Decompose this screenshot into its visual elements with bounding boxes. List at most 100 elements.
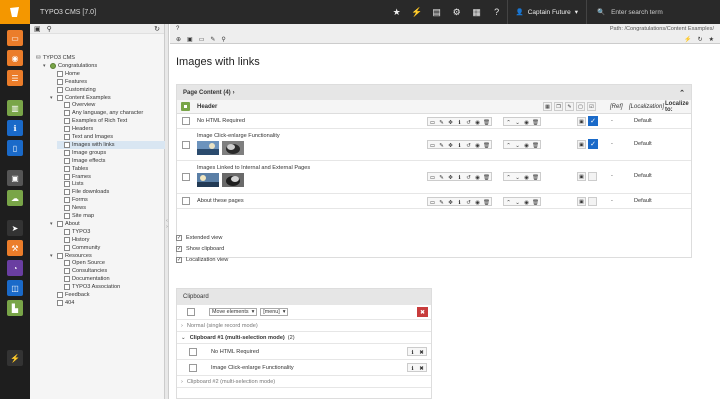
edit-icon[interactable]: ✎ <box>437 198 446 207</box>
delete-icon[interactable]: 🗑 <box>482 173 491 182</box>
history-icon[interactable]: ↺ <box>464 141 473 150</box>
tree-node[interactable]: Lists <box>57 180 84 188</box>
tree-node[interactable]: Image groups <box>57 149 106 157</box>
reports-module-icon[interactable]: ▙ <box>7 300 23 316</box>
tree-root[interactable]: ⛁ TYPO3 CMS <box>36 54 75 62</box>
shortcut-star-icon[interactable]: ★ <box>709 36 714 43</box>
tree-node[interactable]: Consultancies <box>57 267 107 275</box>
panel-splitter[interactable] <box>165 24 169 399</box>
tree-node[interactable]: Site map <box>57 212 94 220</box>
edit-page-icon[interactable]: ✎ <box>210 36 215 43</box>
row-title[interactable]: Image Click-enlarge Functionality <box>197 133 280 139</box>
tree-node[interactable]: Documentation <box>57 275 110 283</box>
row-checkbox[interactable] <box>588 197 597 206</box>
move-up-icon[interactable]: ⌃ <box>504 173 513 182</box>
tree-node[interactable]: Text and Images <box>57 133 113 141</box>
hide-icon[interactable]: ◉ <box>473 118 482 127</box>
tree-node[interactable]: Overview <box>57 101 95 109</box>
view-icon[interactable]: ◉ <box>522 118 531 127</box>
gear-icon[interactable]: ⚙ <box>447 0 467 24</box>
history-icon[interactable]: ↺ <box>464 118 473 127</box>
move-down-icon[interactable]: ⌄ <box>513 118 522 127</box>
option-show-clipboard[interactable]: ✓ Show clipboard <box>176 243 228 254</box>
tree-node[interactable]: File downloads <box>57 188 109 196</box>
reload-icon[interactable]: ↻ <box>698 36 703 43</box>
tree-node[interactable]: Frames <box>57 173 91 181</box>
select-all-icon[interactable]: ☑ <box>587 102 596 111</box>
hide-icon[interactable]: ◉ <box>473 141 482 150</box>
checkbox[interactable]: ✓ <box>176 234 182 241</box>
new-record-icon[interactable]: ⊕ <box>176 36 181 43</box>
tree-node[interactable]: ▾ Content Examples <box>50 94 111 102</box>
expanded-caret-icon[interactable]: ▾ <box>50 94 55 102</box>
move-icon[interactable]: ✥ <box>446 141 455 150</box>
copy-icon[interactable]: ▣ <box>577 140 586 149</box>
users-module-icon[interactable]: ◫ <box>7 280 23 296</box>
tree-node[interactable]: TYPO3 Association <box>57 283 120 291</box>
view-icon[interactable]: ▭ <box>428 141 437 150</box>
option-localization-view[interactable]: ✓ Localization view <box>176 254 228 265</box>
move-icon[interactable]: ✥ <box>446 198 455 207</box>
search-field[interactable]: 🔍 Enter search term <box>586 0 720 24</box>
expanded-caret-icon[interactable]: ▾ <box>43 62 48 70</box>
view-icon[interactable]: ◉ <box>522 198 531 207</box>
bookmark-star-icon[interactable]: ★ <box>387 0 407 24</box>
tree-node[interactable]: ▾ Resources <box>50 252 92 260</box>
remove-icon[interactable]: ✖ <box>417 348 426 357</box>
move-down-icon[interactable]: ⌄ <box>513 141 522 150</box>
typo3-logo[interactable] <box>0 0 30 24</box>
grid-icon[interactable]: ▦ <box>467 0 487 24</box>
delete-icon[interactable]: 🗑 <box>531 198 540 207</box>
new-content-icon[interactable]: ▣ <box>187 36 193 43</box>
delete-icon[interactable]: 🗑 <box>531 141 540 150</box>
expanded-caret-icon[interactable]: ▾ <box>50 220 55 228</box>
clear-clipboard-button[interactable]: ✖ <box>417 307 428 317</box>
delete-icon[interactable]: 🗑 <box>531 118 540 127</box>
row-checkbox[interactable] <box>588 172 597 181</box>
flash-icon[interactable]: ⚡ <box>684 36 691 43</box>
clipboard-1-tab[interactable]: ⌄ Clipboard #1 (multi-selection mode) (2… <box>177 332 431 344</box>
move-up-icon[interactable]: ⌃ <box>504 198 513 207</box>
checkbox[interactable]: ✓ <box>176 245 182 252</box>
clipboard-2-tab[interactable]: › Clipboard #2 (multi-selection mode) <box>177 376 431 388</box>
info-icon[interactable]: ℹ <box>455 198 464 207</box>
hide-icon[interactable]: ◉ <box>473 198 482 207</box>
edit-icon[interactable]: ✎ <box>437 118 446 127</box>
user-menu[interactable]: 👤 Captain Future ▾ <box>506 0 586 24</box>
info-icon[interactable]: ℹ <box>408 364 417 373</box>
item-title[interactable]: No HTML Required <box>211 349 259 355</box>
history-icon[interactable]: ↺ <box>464 173 473 182</box>
tree-node[interactable]: News <box>57 204 86 212</box>
checkbox[interactable]: ✓ <box>176 256 182 263</box>
history-icon[interactable]: ↺ <box>464 198 473 207</box>
tree-node[interactable]: Feedback <box>50 291 90 299</box>
view-module-icon[interactable]: ◉ <box>7 50 23 66</box>
refresh-icon[interactable]: ↻ <box>154 25 160 33</box>
view-icon[interactable]: ▭ <box>428 173 437 182</box>
view-icon[interactable]: ▭ <box>428 118 437 127</box>
view-icon[interactable]: ▭ <box>428 198 437 207</box>
tree-node[interactable]: Tables <box>57 165 88 173</box>
list-module-icon[interactable]: ☰ <box>7 70 23 86</box>
tree-node[interactable]: Any language, any character <box>57 109 143 117</box>
filelist-module-icon[interactable]: ▣ <box>7 170 23 186</box>
remove-icon[interactable]: ✖ <box>417 364 426 373</box>
info-module-icon[interactable]: ℹ <box>7 120 23 136</box>
tree-node[interactable]: History <box>57 236 89 244</box>
workspaces-module-icon[interactable]: ▥ <box>7 100 23 116</box>
launch-module-icon[interactable]: ➤ <box>7 220 23 236</box>
view-icon[interactable]: ◉ <box>522 141 531 150</box>
scheduler-module-icon[interactable]: ◔ <box>7 260 23 276</box>
collapse-caret-icon[interactable]: ⌃ <box>679 89 685 97</box>
tree-node[interactable]: ▾ Congratulations <box>43 62 97 70</box>
documents-icon[interactable]: ▤ <box>427 0 447 24</box>
tree-node[interactable]: Open Source <box>57 259 105 267</box>
copy-icon[interactable]: ❐ <box>554 102 563 111</box>
move-icon[interactable]: ✥ <box>446 173 455 182</box>
filter-icon[interactable]: ⚲ <box>47 25 52 33</box>
item-title[interactable]: Image Click-enlarge Functionality <box>211 365 294 371</box>
move-icon[interactable]: ✥ <box>446 118 455 127</box>
install-module-icon[interactable]: ⚒ <box>7 240 23 256</box>
copy-icon[interactable]: ▣ <box>577 197 586 206</box>
copy-icon[interactable]: ▣ <box>577 172 586 181</box>
